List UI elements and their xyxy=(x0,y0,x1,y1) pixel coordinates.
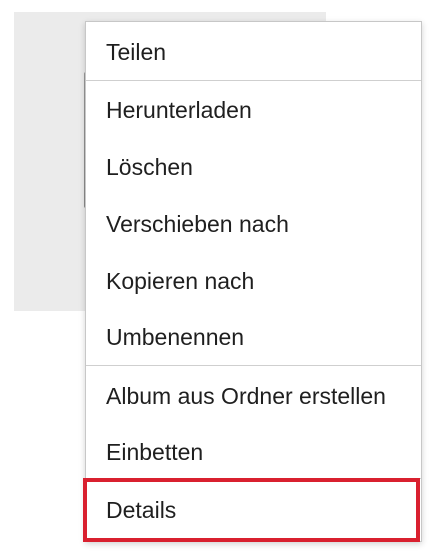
context-menu: Teilen Herunterladen Löschen Verschieben… xyxy=(85,21,422,542)
menu-item-create-album[interactable]: Album aus Ordner erstellen xyxy=(86,368,421,425)
menu-separator xyxy=(86,80,421,81)
menu-item-download[interactable]: Herunterladen xyxy=(86,82,421,139)
menu-item-details[interactable]: Details xyxy=(86,482,421,539)
menu-item-share[interactable]: Teilen xyxy=(86,24,421,81)
menu-item-label: Kopieren nach xyxy=(106,268,255,294)
menu-item-label: Verschieben nach xyxy=(106,211,289,237)
menu-item-copy-to[interactable]: Kopieren nach xyxy=(86,253,421,310)
menu-item-move-to[interactable]: Verschieben nach xyxy=(86,196,421,253)
menu-item-label: Einbetten xyxy=(106,439,204,465)
menu-item-embed[interactable]: Einbetten xyxy=(86,424,421,481)
menu-separator xyxy=(86,365,421,366)
menu-item-rename[interactable]: Umbenennen xyxy=(86,309,421,366)
menu-item-label: Löschen xyxy=(106,154,193,180)
onedrive-view: Teilen Herunterladen Löschen Verschieben… xyxy=(0,0,448,551)
menu-item-label: Umbenennen xyxy=(106,324,245,350)
menu-item-label: Herunterladen xyxy=(106,97,252,123)
menu-item-delete[interactable]: Löschen xyxy=(86,139,421,196)
menu-separator xyxy=(86,478,421,479)
menu-item-label: Album aus Ordner erstellen xyxy=(106,383,386,409)
menu-item-label: Details xyxy=(106,497,177,523)
menu-item-label: Teilen xyxy=(106,39,167,65)
